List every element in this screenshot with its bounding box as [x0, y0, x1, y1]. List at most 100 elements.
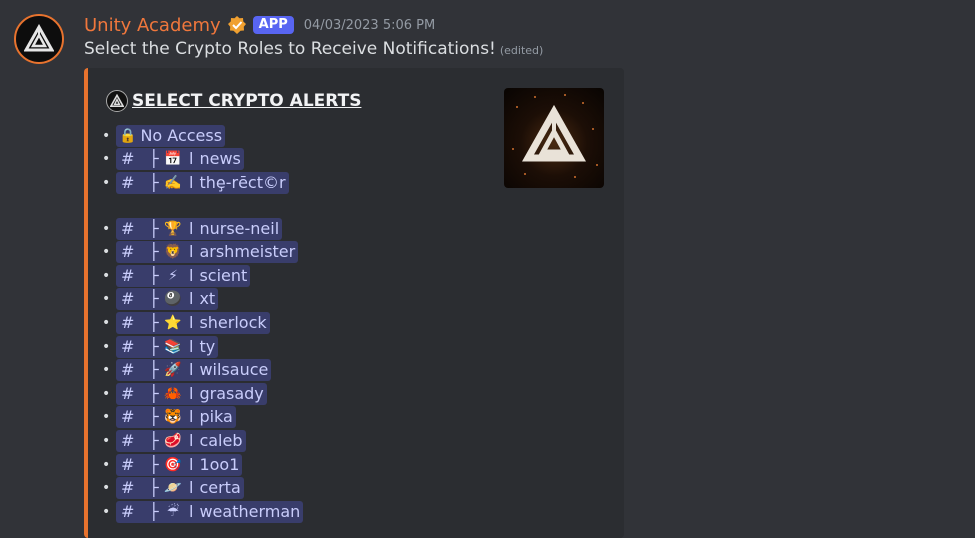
separator: l: [189, 242, 194, 262]
hash-icon: #: [121, 383, 135, 403]
channel-mention[interactable]: # ├ ⚡ l scient: [116, 264, 251, 287]
tree-branch: ├: [149, 501, 159, 521]
tree-branch: ├: [149, 430, 159, 450]
separator: l: [189, 336, 194, 356]
channel-mention[interactable]: # ├ 🦀 l grasady: [116, 382, 267, 405]
separator: l: [189, 312, 194, 332]
embed-title: SELECT CRYPTO ALERTS: [106, 90, 361, 112]
channel-emoji-icon: 🪐: [164, 480, 182, 497]
channel-label: weatherman: [199, 501, 301, 521]
bullet: •: [102, 338, 111, 355]
list-item: • # ├ 🎱 l xt: [102, 288, 303, 312]
hash-icon: #: [121, 360, 135, 380]
unity-logo-icon: [24, 24, 54, 52]
channel-label: arshmeister: [199, 242, 296, 262]
tree-branch: ├: [149, 149, 159, 169]
list-item: • # ├ 🦀 l grasady: [102, 382, 303, 406]
separator: l: [189, 501, 194, 521]
channel-mention[interactable]: # ├ 🏆 l nurse-neil: [116, 217, 283, 240]
bullet: •: [102, 362, 111, 379]
channel-label: sherlock: [199, 312, 267, 332]
channel-emoji-icon: 🎱: [164, 291, 182, 308]
separator: l: [189, 149, 194, 169]
channel-mention[interactable]: # ├ 🦁 l arshmeister: [116, 241, 299, 264]
channel-mention[interactable]: # ├ 🪐 l certa: [116, 477, 244, 500]
hash-icon: #: [121, 501, 135, 521]
separator: l: [189, 172, 194, 192]
separator: l: [189, 407, 194, 427]
channel-mention[interactable]: # ├ 📚 l ty: [116, 335, 219, 358]
channel-emoji-icon: 🎯: [164, 456, 182, 473]
separator: l: [189, 454, 194, 474]
list-item: • # ├ 🎯 l 1oo1: [102, 453, 303, 477]
message-header: Unity Academy APP 04/03/2023 5:06 PM: [84, 12, 435, 38]
separator: l: [189, 478, 194, 498]
separator: l: [189, 360, 194, 380]
author-avatar[interactable]: [14, 14, 64, 64]
tree-branch: ├: [149, 312, 159, 332]
separator: l: [189, 430, 194, 450]
hash-icon: #: [121, 454, 135, 474]
tree-branch: ├: [149, 265, 159, 285]
bullet: •: [102, 409, 111, 426]
channel-emoji-icon: 📚: [164, 338, 182, 355]
channel-label: nurse-neil: [199, 218, 280, 238]
channel-mention[interactable]: # ├ ✍️ l thȩ-rēct©r: [116, 171, 289, 194]
channel-emoji-icon: 📅: [164, 151, 182, 168]
embed: SELECT CRYPTO ALERTS • 🔒 No Access • # ├ 📅 l new…: [84, 68, 624, 538]
separator: l: [189, 265, 194, 285]
channel-mention[interactable]: # ├ 🚀 l wilsauce: [116, 359, 272, 382]
channel-label: scient: [199, 265, 248, 285]
hash-icon: #: [121, 336, 135, 356]
list-item: • # ├ 🏆 l nurse-neil: [102, 217, 303, 241]
separator: l: [189, 383, 194, 403]
hash-icon: #: [121, 242, 135, 262]
embed-thumbnail[interactable]: [504, 88, 604, 188]
channel-mention[interactable]: # ├ 🎱 l xt: [116, 288, 219, 311]
hash-icon: #: [121, 430, 135, 450]
bullet: •: [102, 314, 111, 331]
channel-emoji-icon: 🥩: [164, 432, 182, 449]
hash-icon: #: [121, 407, 135, 427]
role-label: No Access: [140, 125, 223, 145]
message-text: Select the Crypto Roles to Receive Notif…: [84, 39, 496, 59]
list-item: • # ├ 📅 l news: [102, 148, 303, 172]
tree-branch: ├: [149, 383, 159, 403]
channel-label: 1oo1: [199, 454, 240, 474]
list-item: • # ├ 🦁 l arshmeister: [102, 240, 303, 264]
tree-branch: ├: [149, 454, 159, 474]
channel-mention[interactable]: # ├ ☔ l weatherman: [116, 500, 304, 523]
timestamp: 04/03/2023 5:06 PM: [303, 17, 436, 33]
channel-label: news: [199, 149, 241, 169]
list-item: • # ├ 🪐 l certa: [102, 476, 303, 500]
channel-emoji-icon: 🦁: [164, 244, 182, 261]
bullet: •: [102, 432, 111, 449]
channel-emoji-icon: 🦀: [164, 385, 182, 402]
channel-label: ty: [199, 336, 216, 356]
channel-mention[interactable]: # ├ ⭐ l sherlock: [116, 311, 270, 334]
list-item: • # ├ ⭐ l sherlock: [102, 311, 303, 335]
channel-mention[interactable]: # ├ 🥩 l caleb: [116, 429, 246, 452]
list-item: • # ├ 📚 l ty: [102, 335, 303, 359]
tree-branch: ├: [149, 407, 159, 427]
channel-emoji-icon: ✍️: [164, 174, 182, 191]
app-badge: APP: [252, 16, 294, 34]
role-mention-no-access[interactable]: 🔒 No Access: [116, 124, 226, 147]
bullet: •: [102, 244, 111, 261]
author-name[interactable]: Unity Academy: [84, 15, 221, 36]
channel-label: pika: [199, 407, 233, 427]
list-item: • 🔒 No Access: [102, 124, 303, 148]
hash-icon: #: [121, 218, 135, 238]
verified-badge-icon: [227, 15, 247, 35]
bullet: •: [102, 127, 111, 144]
channel-mention[interactable]: # ├ 🎯 l 1oo1: [116, 453, 243, 476]
bullet: •: [102, 385, 111, 402]
tree-branch: ├: [149, 218, 159, 238]
channel-mention[interactable]: # ├ 📅 l news: [116, 148, 244, 171]
channel-emoji-icon: 🏆: [164, 220, 182, 237]
bullet: •: [102, 220, 111, 237]
channel-emoji-icon: 🐯: [164, 409, 182, 426]
channel-label: caleb: [199, 430, 243, 450]
channel-mention[interactable]: # ├ 🐯 l pika: [116, 406, 236, 429]
unity-logo-icon: [106, 90, 128, 112]
